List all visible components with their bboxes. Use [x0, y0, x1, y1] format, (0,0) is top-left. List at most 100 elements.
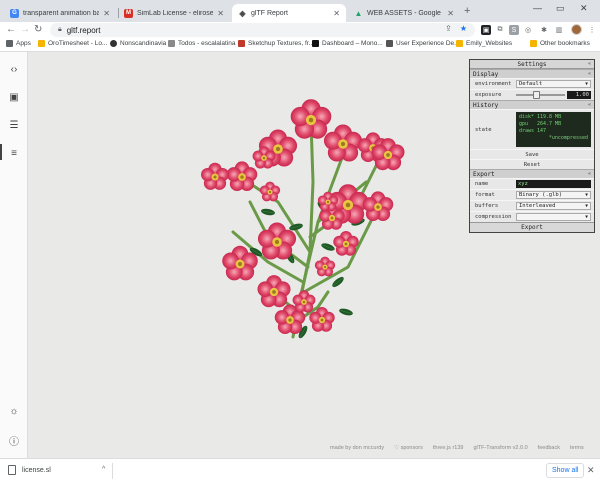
bookmark-label: Nonscandinavia	[120, 40, 167, 47]
cast-icon[interactable]: ⧉	[495, 25, 505, 35]
tab-simlab-license[interactable]: M SimLab License - elirosenwasser ✕	[118, 4, 230, 22]
stat-note: *uncompressed	[548, 135, 588, 141]
environment-value: Default	[519, 81, 543, 87]
collapse-icon[interactable]: «	[588, 61, 591, 67]
environment-select[interactable]: Default ▼	[516, 80, 591, 88]
profile-avatar[interactable]	[571, 24, 582, 35]
exposure-slider[interactable]	[516, 91, 565, 99]
address-bar[interactable]: 🔒︎ gltf.report ⇪ ★	[50, 23, 475, 37]
settings-panel-header[interactable]: Settings «	[470, 60, 594, 69]
slider-thumb[interactable]	[532, 91, 540, 99]
footer-credit[interactable]: made by don mccurdy	[330, 445, 384, 451]
save-button[interactable]: Save	[470, 149, 594, 159]
bookmark-emily-websites[interactable]: Emily_Websites	[456, 40, 512, 47]
tab-title: glTF Report	[251, 9, 288, 17]
close-download-bar-icon[interactable]: ✕	[587, 465, 595, 476]
script-list-icon[interactable]: ≡	[7, 146, 21, 160]
lock-icon: 🔒︎	[58, 26, 62, 33]
reset-button[interactable]: Reset	[470, 159, 594, 169]
name-input[interactable]: xyz	[516, 180, 591, 188]
stat-row: draws 147	[519, 128, 588, 135]
tab-gltf-report[interactable]: ◈ glTF Report ✕	[232, 4, 346, 22]
dropdown-arrow-icon: ▼	[585, 81, 588, 87]
close-tab-icon[interactable]: ✕	[333, 9, 340, 18]
collapse-icon[interactable]: «	[588, 102, 591, 108]
state-readout: disk* 119.8 MB gpu 264.7 MB draws 147 *unco…	[516, 112, 591, 147]
buffers-select[interactable]: Interleaved ▼	[516, 202, 591, 210]
extensions-puzzle-icon[interactable]: ✱	[539, 25, 549, 35]
section-title: Display	[473, 70, 499, 78]
download-item[interactable]: license.sl ^	[8, 465, 105, 475]
compression-label: compression	[475, 214, 512, 220]
compression-select[interactable]: ▼	[516, 213, 591, 221]
format-label: format	[475, 192, 495, 198]
stat-key: disk*	[519, 114, 535, 120]
exposure-label: exposure	[475, 92, 502, 98]
section-title: Export	[473, 170, 495, 178]
footer-feedback-link[interactable]: feedback	[538, 445, 560, 451]
menu-kebab-icon[interactable]: ⋮	[587, 25, 597, 35]
stat-value: 119.8 MB	[537, 114, 562, 120]
show-all-button[interactable]: Show all	[546, 463, 585, 478]
extension-badge-icon[interactable]: S	[509, 25, 519, 35]
info-icon[interactable]: ⓘ	[7, 433, 21, 448]
buffers-row: buffers Interleaved ▼	[470, 200, 594, 211]
bookmark-user-experience[interactable]: User Experience De...	[386, 40, 460, 47]
close-tab-icon[interactable]: ✕	[447, 9, 454, 18]
minimize-icon[interactable]: —	[533, 3, 542, 13]
tab-web-assets-drive[interactable]: ▲ WEB ASSETS - Google Drive ✕	[348, 4, 460, 22]
bookmark-orotimesheet[interactable]: OroTimesheet - Lo...	[38, 40, 107, 47]
bookmark-dashboard[interactable]: Dashboard – Mono...	[312, 40, 383, 47]
maximize-icon[interactable]: ▭	[556, 3, 565, 14]
stat-key: draws	[519, 128, 535, 134]
export-section-header[interactable]: Export «	[470, 169, 594, 178]
chevron-up-icon[interactable]: ^	[102, 466, 105, 473]
compression-row: compression ▼	[470, 211, 594, 222]
bookmark-nonscandinavia[interactable]: Nonscandinavia	[110, 40, 166, 47]
close-tab-icon[interactable]: ✕	[103, 9, 110, 18]
exposure-value-input[interactable]: 1.00	[567, 91, 591, 99]
bookmark-other[interactable]: Other bookmarks	[530, 40, 590, 47]
images-icon[interactable]: ▣	[7, 90, 21, 104]
tab-title: WEB ASSETS - Google Drive	[367, 9, 443, 17]
display-section-header[interactable]: Display «	[470, 69, 594, 78]
footer-gltf-transform-link[interactable]: glTF-Transform v2.0.0	[473, 445, 527, 451]
collapse-icon[interactable]: «	[588, 71, 591, 77]
bookmark-label: Emily_Websites	[466, 40, 513, 47]
environment-row: environment Default ▼	[470, 78, 594, 89]
tab-transparent-animation[interactable]: G transparent animation backgrou ✕	[4, 4, 116, 22]
sidebar-panel-icon[interactable]: ▥	[554, 25, 564, 35]
folder-icon	[530, 40, 537, 47]
stat-row: disk* 119.8 MB	[519, 114, 588, 121]
share-icon[interactable]: ⇪	[445, 24, 452, 33]
file-icon	[8, 465, 16, 475]
back-arrow-icon[interactable]: ←	[6, 24, 16, 36]
bookmark-sketchup-textures[interactable]: Sketchup Textures, fr...	[238, 40, 314, 47]
code-icon[interactable]: ‹›	[7, 62, 21, 76]
new-tab-button[interactable]: +	[464, 5, 470, 17]
extension-ring-icon[interactable]: ◎	[523, 25, 533, 35]
bookmark-star-icon[interactable]: ★	[460, 24, 467, 33]
footer-sponsors-link[interactable]: ♡ sponsors	[394, 445, 423, 451]
nonscandinavia-icon	[110, 40, 117, 47]
bookmark-todos[interactable]: Todos - escalalatina	[168, 40, 235, 47]
slider-track	[516, 94, 565, 96]
forward-arrow-icon[interactable]: →	[20, 24, 30, 36]
format-value: Binary (.glb)	[519, 192, 563, 198]
collapse-icon[interactable]: «	[588, 171, 591, 177]
dropdown-arrow-icon: ▼	[585, 203, 588, 209]
footer-terms-link[interactable]: terms	[570, 445, 584, 451]
history-section-header[interactable]: History «	[470, 100, 594, 109]
extension-icon[interactable]: ▣	[481, 25, 491, 35]
close-tab-icon[interactable]: ✕	[217, 9, 224, 18]
table-icon[interactable]: ☰	[7, 118, 21, 132]
footer-threejs-link[interactable]: three.js r139	[433, 445, 464, 451]
state-label: state	[475, 126, 492, 133]
theme-sun-icon[interactable]: ☼	[7, 404, 21, 418]
bookmark-label: User Experience De...	[396, 40, 460, 47]
reload-icon[interactable]: ↻	[34, 24, 42, 36]
close-window-icon[interactable]: ✕	[580, 3, 588, 14]
bookmark-apps[interactable]: Apps	[6, 40, 31, 47]
format-select[interactable]: Binary (.glb) ▼	[516, 191, 591, 199]
export-button[interactable]: Export	[470, 222, 594, 232]
